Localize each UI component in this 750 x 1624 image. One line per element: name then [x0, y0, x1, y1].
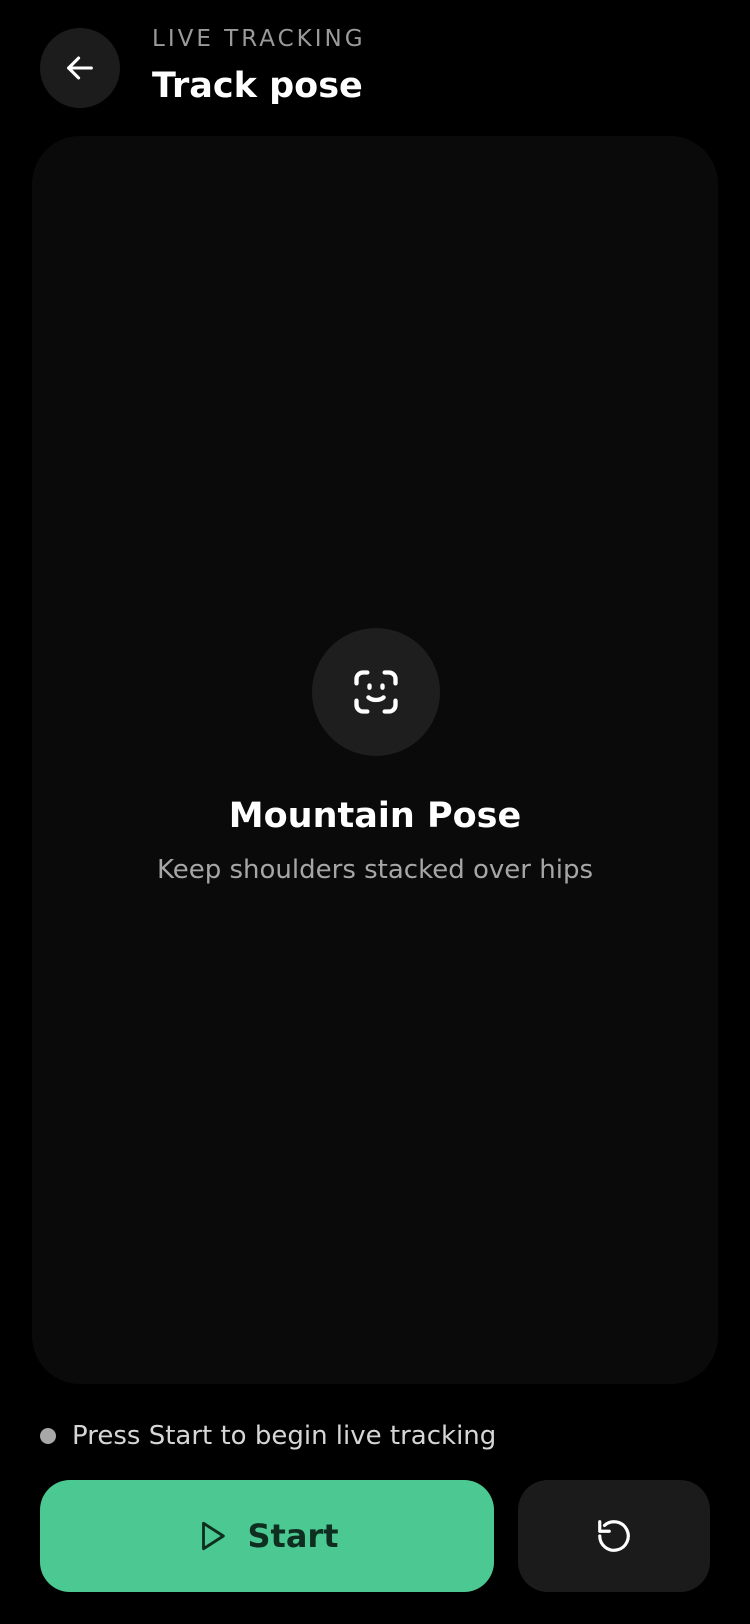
pose-hint: Keep shoulders stacked over hips — [156, 855, 593, 885]
header-eyebrow: LIVE TRACKING — [152, 26, 366, 52]
page-title: Track pose — [152, 66, 363, 106]
arrow-left-icon — [67, 56, 93, 80]
reset-icon — [598, 1520, 630, 1552]
reset-button[interactable] — [518, 1480, 710, 1592]
face-scan-icon — [354, 670, 398, 714]
face-scan-badge — [312, 628, 440, 756]
pose-name: Mountain Pose — [228, 796, 522, 836]
start-button-label: Start — [247, 1517, 339, 1555]
back-button[interactable] — [40, 28, 120, 108]
camera-preview-panel: Mountain Pose Keep shoulders stacked ove… — [32, 136, 718, 1384]
status-text: Press Start to begin live tracking — [72, 1421, 497, 1451]
play-icon — [202, 1521, 226, 1551]
status-row: Press Start to begin live tracking — [40, 1416, 496, 1456]
status-dot — [40, 1428, 56, 1444]
start-button[interactable]: Start — [40, 1480, 494, 1592]
